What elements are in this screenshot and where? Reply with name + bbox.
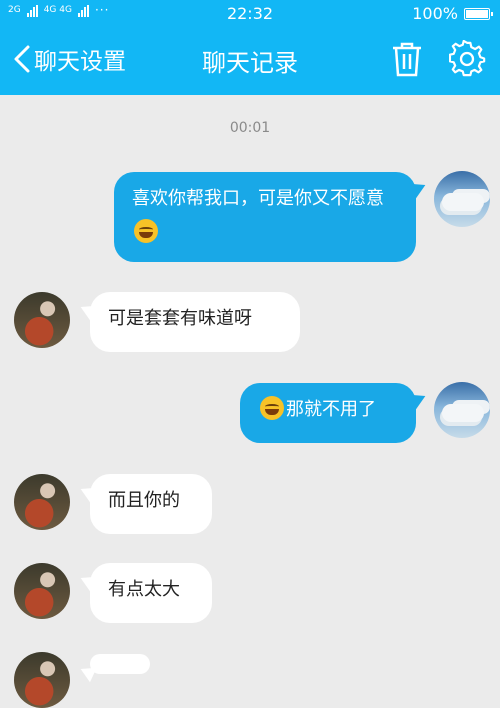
contact-avatar[interactable] [14,474,70,530]
trash-icon [393,42,421,77]
delete-button[interactable] [390,40,424,82]
message-text: 而且你的 [108,490,180,511]
laugh-tears-emoji-icon [260,396,284,420]
nav-bar: 聊天设置 聊天记录 [0,30,500,90]
contact-avatar[interactable] [14,652,70,708]
message-text: 有点太大 [108,579,180,600]
message-timestamp: 00:01 [229,120,271,136]
laugh-tears-emoji-icon [134,219,158,243]
page-title: 聊天记录 [202,49,298,77]
message-text: 喜欢你帮我口，可是你又不愿意 [132,188,384,209]
cloud-icon [442,193,484,211]
my-avatar[interactable] [434,171,490,227]
message-bubble-outgoing[interactable]: 那就不用了 [240,383,416,443]
message-bubble-incoming[interactable]: 有点太大 [90,563,212,623]
gear-icon [448,39,486,77]
message-bubble-incoming[interactable] [90,654,150,674]
message-text: 可是套套有味道呀 [108,308,252,329]
battery-fill [466,9,488,18]
contact-avatar[interactable] [14,292,70,348]
battery-percent: 100% [412,4,458,23]
message-text: 那就不用了 [286,399,376,420]
header-bar: 2G 4G 4G ··· 22:32 100% 聊天设置 聊天记录 [0,0,500,95]
settings-button[interactable] [448,39,487,82]
message-bubble-incoming[interactable]: 可是套套有味道呀 [90,292,300,352]
contact-avatar[interactable] [14,563,70,619]
battery-icon [464,7,493,20]
status-bar: 2G 4G 4G ··· 22:32 100% [0,0,500,28]
message-bubble-outgoing[interactable]: 喜欢你帮我口，可是你又不愿意 [114,172,416,262]
message-bubble-incoming[interactable]: 而且你的 [90,474,212,534]
cloud-icon [442,404,484,422]
my-avatar[interactable] [434,382,490,438]
battery-status: 100% [412,4,493,23]
